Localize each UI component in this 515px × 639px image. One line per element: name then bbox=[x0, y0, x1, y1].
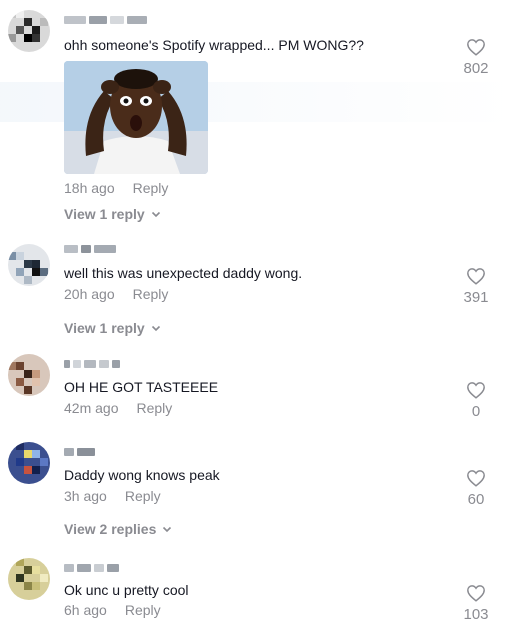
timestamp: 18h ago bbox=[64, 180, 115, 196]
view-replies-label: View 2 replies bbox=[64, 521, 157, 537]
like-button[interactable]: 60 bbox=[458, 469, 494, 508]
comment-item: Ok unc u pretty cool 6h ago Reply 103 bbox=[0, 556, 515, 639]
chevron-down-icon bbox=[163, 526, 172, 533]
username[interactable] bbox=[64, 562, 119, 573]
comment-meta: 6h ago Reply bbox=[64, 602, 161, 618]
avatar[interactable] bbox=[8, 10, 50, 52]
comment-meta: 18h ago Reply bbox=[64, 180, 168, 196]
username[interactable] bbox=[64, 14, 147, 25]
like-count: 802 bbox=[463, 60, 489, 77]
heart-outline-icon bbox=[467, 382, 485, 399]
comment-item: ohh someone's Spotify wrapped... PM WONG… bbox=[0, 0, 515, 230]
heart-outline-icon bbox=[467, 39, 485, 56]
avatar[interactable] bbox=[8, 442, 50, 484]
like-count: 60 bbox=[467, 491, 485, 508]
reply-button[interactable]: Reply bbox=[133, 180, 169, 196]
comment-item: Daddy wong knows peak 3h ago Reply View 2… bbox=[0, 438, 515, 548]
avatar[interactable] bbox=[8, 354, 50, 396]
username[interactable] bbox=[64, 243, 116, 254]
heart-outline-icon bbox=[467, 470, 485, 487]
comment-text: ohh someone's Spotify wrapped... PM WONG… bbox=[64, 37, 364, 53]
timestamp: 42m ago bbox=[64, 400, 119, 416]
comment-item: well this was unexpected daddy wong. 20h… bbox=[0, 240, 515, 340]
view-replies-button[interactable]: View 2 replies bbox=[64, 521, 172, 537]
like-button[interactable]: 391 bbox=[458, 267, 494, 306]
username[interactable] bbox=[64, 358, 120, 369]
avatar[interactable] bbox=[8, 558, 50, 600]
like-count: 0 bbox=[471, 403, 481, 420]
comment-text: Daddy wong knows peak bbox=[64, 467, 220, 483]
comment-text: OH HE GOT TASTEEEE bbox=[64, 379, 219, 395]
comment-text: Ok unc u pretty cool bbox=[64, 582, 189, 598]
comment-item: OH HE GOT TASTEEEE 42m ago Reply 0 bbox=[0, 350, 515, 430]
attached-image[interactable] bbox=[64, 61, 208, 174]
reply-button[interactable]: Reply bbox=[133, 286, 169, 302]
view-replies-button[interactable]: View 1 reply bbox=[64, 320, 161, 336]
view-replies-button[interactable]: View 1 reply bbox=[64, 206, 161, 222]
reply-button[interactable]: Reply bbox=[125, 602, 161, 618]
username[interactable] bbox=[64, 446, 95, 457]
like-button[interactable]: 802 bbox=[458, 38, 494, 77]
like-button[interactable]: 0 bbox=[458, 381, 494, 420]
like-count: 103 bbox=[463, 606, 489, 623]
comment-meta: 42m ago Reply bbox=[64, 400, 172, 416]
comment-text: well this was unexpected daddy wong. bbox=[64, 265, 303, 281]
reaction-photo bbox=[64, 61, 208, 174]
view-replies-label: View 1 reply bbox=[64, 320, 145, 336]
chevron-down-icon bbox=[151, 211, 160, 218]
timestamp: 6h ago bbox=[64, 602, 107, 618]
reply-button[interactable]: Reply bbox=[125, 488, 161, 504]
comment-meta: 3h ago Reply bbox=[64, 488, 161, 504]
timestamp: 3h ago bbox=[64, 488, 107, 504]
chevron-down-icon bbox=[151, 325, 160, 332]
timestamp: 20h ago bbox=[64, 286, 115, 302]
reply-button[interactable]: Reply bbox=[136, 400, 172, 416]
view-replies-label: View 1 reply bbox=[64, 206, 145, 222]
like-count: 391 bbox=[463, 289, 489, 306]
comment-meta: 20h ago Reply bbox=[64, 286, 168, 302]
heart-outline-icon bbox=[467, 268, 485, 285]
like-button[interactable]: 103 bbox=[458, 584, 494, 623]
heart-outline-icon bbox=[467, 585, 485, 602]
avatar[interactable] bbox=[8, 244, 50, 286]
